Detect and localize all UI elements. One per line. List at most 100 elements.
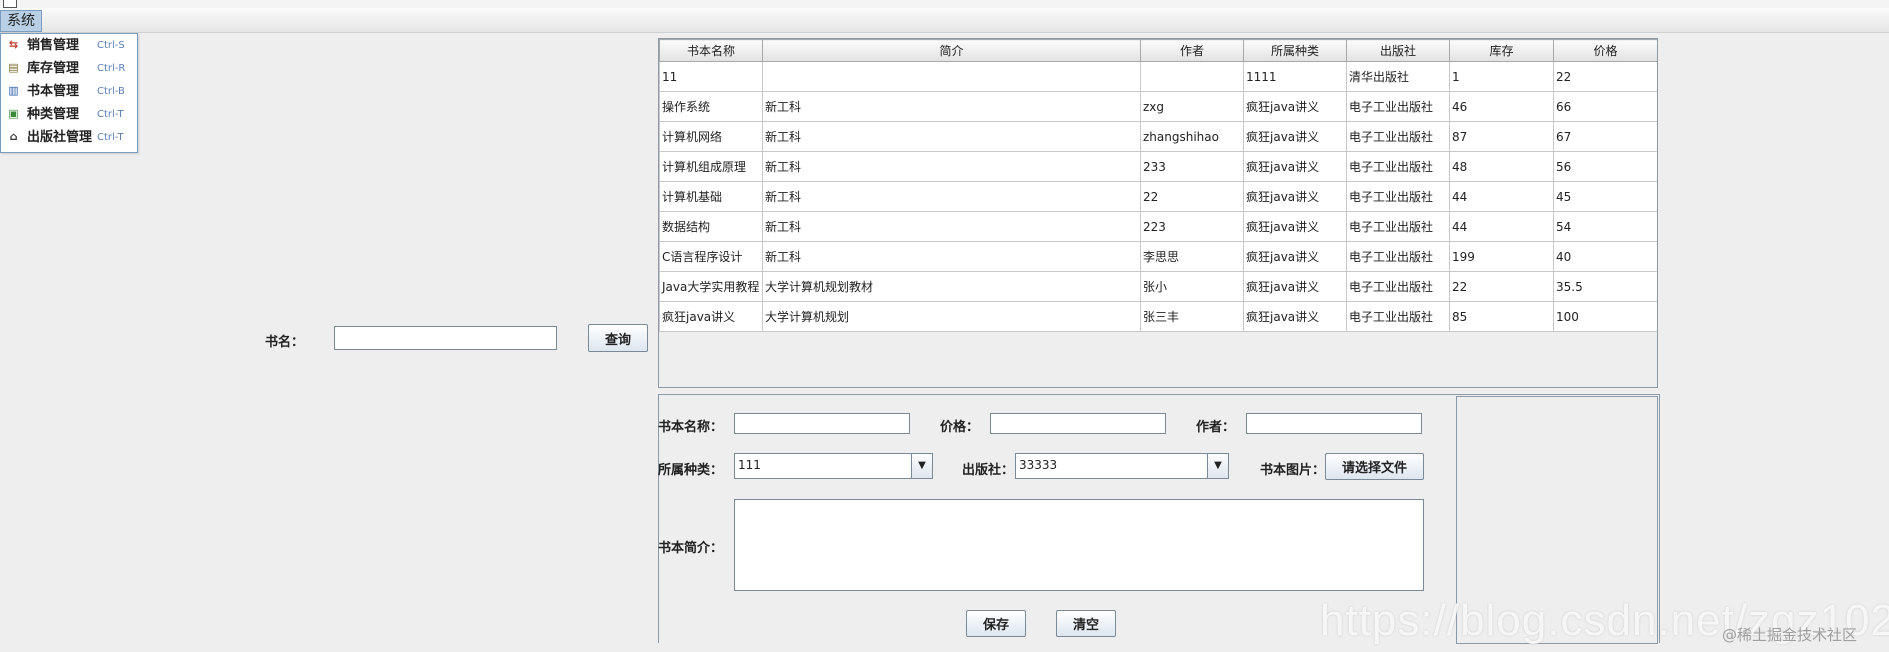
choose-file-button[interactable]: 请选择文件 (1325, 453, 1424, 480)
search-button[interactable]: 查询 (588, 324, 648, 352)
table-cell: 新工科 (762, 241, 1141, 272)
table-cell: 87 (1449, 121, 1554, 152)
table-cell: 66 (1553, 91, 1657, 122)
table-cell: 100 (1553, 301, 1657, 332)
table-cell: zhangshihao (1140, 121, 1244, 152)
table-cell: 疯狂java讲义 (1243, 301, 1347, 332)
table-cell: 疯狂java讲义 (1243, 151, 1347, 182)
column-header-author[interactable]: 作者 (1140, 39, 1244, 62)
search-label: 书名： (265, 335, 305, 350)
save-button[interactable]: 保存 (966, 610, 1026, 637)
menu-item-label: 库存管理 (27, 61, 80, 76)
table-cell: 大学计算机规划教材 (762, 271, 1141, 302)
clear-button[interactable]: 清空 (1056, 610, 1116, 637)
table-cell: 45 (1553, 181, 1657, 212)
menu-item-shortcut: Ctrl-R (97, 63, 126, 74)
menu-bar: 系统 (0, 8, 1889, 33)
publisher-select[interactable]: 33333 ▼ (1015, 453, 1229, 479)
column-header-stock[interactable]: 库存 (1449, 39, 1554, 62)
table-cell (762, 61, 1141, 92)
table-cell: 疯狂java讲义 (1243, 241, 1347, 272)
table-cell: 数据结构 (659, 211, 763, 242)
table-cell: 计算机网络 (659, 121, 763, 152)
book-intro-textarea[interactable] (734, 499, 1424, 591)
table-cell: 疯狂java讲义 (1243, 211, 1347, 242)
table-cell: 1111 (1243, 61, 1347, 92)
category-select[interactable]: 111 ▼ (734, 453, 933, 479)
column-header-intro[interactable]: 简介 (762, 39, 1141, 62)
author-label: 作者： (1196, 420, 1236, 435)
column-header-publisher[interactable]: 出版社 (1346, 39, 1450, 62)
table-cell: 56 (1553, 151, 1657, 182)
table-cell: 新工科 (762, 121, 1141, 152)
menu-item-inventory[interactable]: ▤ 库存管理 Ctrl-R (1, 57, 137, 80)
table-cell: 新工科 (762, 91, 1141, 122)
table-cell: 电子工业出版社 (1346, 301, 1450, 332)
table-cell: 张小 (1140, 271, 1244, 302)
table-row[interactable]: 操作系统 新工科 zxg 疯狂java讲义 电子工业出版社 46 66 (659, 91, 1657, 122)
table-cell: 电子工业出版社 (1346, 271, 1450, 302)
table-cell: 李思思 (1140, 241, 1244, 272)
table-cell (1140, 61, 1244, 92)
menu-item-category[interactable]: ▣ 种类管理 Ctrl-T (1, 103, 137, 126)
author-input[interactable] (1246, 413, 1422, 434)
table-cell: 电子工业出版社 (1346, 211, 1450, 242)
table-row[interactable]: 数据结构 新工科 223 疯狂java讲义 电子工业出版社 44 54 (659, 211, 1657, 242)
table-cell: 40 (1553, 241, 1657, 272)
table-cell: 48 (1449, 151, 1554, 182)
menu-item-label: 种类管理 (27, 107, 80, 122)
price-input[interactable] (990, 413, 1166, 434)
menu-system[interactable]: 系统 (0, 10, 42, 32)
column-header-name[interactable]: 书本名称 (659, 39, 763, 62)
category-label: 所属种类： (658, 463, 724, 478)
table-cell: 22 (1553, 61, 1657, 92)
table-cell: 223 (1140, 211, 1244, 242)
table-cell: 22 (1449, 271, 1554, 302)
system-menu-dropdown: ⇆ 销售管理 Ctrl-S ▤ 库存管理 Ctrl-R ▥ 书本管理 Ctrl-… (0, 33, 138, 153)
table-cell: 44 (1449, 181, 1554, 212)
menu-item-shortcut: Ctrl-T (97, 132, 124, 143)
table-cell: Java大学实用教程 (659, 271, 763, 302)
table-row[interactable]: 计算机网络 新工科 zhangshihao 疯狂java讲义 电子工业出版社 87 67 (659, 121, 1657, 152)
table-cell: zxg (1140, 91, 1244, 122)
menu-item-label: 书本管理 (27, 84, 80, 99)
menu-item-label: 出版社管理 (27, 130, 93, 145)
table-cell: 电子工业出版社 (1346, 181, 1450, 212)
table-cell: 233 (1140, 151, 1244, 182)
table-cell: 54 (1553, 211, 1657, 242)
table-cell: 85 (1449, 301, 1554, 332)
menu-item-label: 销售管理 (27, 38, 80, 53)
menu-item-publisher[interactable]: ⌂ 出版社管理 Ctrl-T (1, 126, 137, 149)
table-row[interactable]: 计算机组成原理 新工科 233 疯狂java讲义 电子工业出版社 48 56 (659, 151, 1657, 182)
table-cell: 电子工业出版社 (1346, 91, 1450, 122)
column-header-category[interactable]: 所属种类 (1243, 39, 1347, 62)
table-row[interactable]: C语言程序设计 新工科 李思思 疯狂java讲义 电子工业出版社 199 40 (659, 241, 1657, 272)
table-cell: 11 (659, 61, 763, 92)
menu-item-books[interactable]: ▥ 书本管理 Ctrl-B (1, 80, 137, 103)
table-row[interactable]: 11 1111 清华出版社 1 22 (659, 61, 1657, 92)
book-name-label: 书本名称： (658, 420, 724, 435)
table-cell: 67 (1553, 121, 1657, 152)
publisher-selected-value: 33333 (1019, 458, 1058, 472)
chevron-down-icon[interactable]: ▼ (911, 454, 932, 478)
app-icon (3, 0, 17, 8)
category-icon: ▣ (8, 107, 19, 120)
book-intro-label: 书本简介： (658, 541, 724, 556)
table-cell: 电子工业出版社 (1346, 151, 1450, 182)
menu-item-shortcut: Ctrl-S (97, 40, 125, 51)
search-input[interactable] (334, 326, 557, 350)
table-cell: 35.5 (1553, 271, 1657, 302)
column-header-price[interactable]: 价格 (1553, 39, 1657, 62)
table-cell: 疯狂java讲义 (659, 301, 763, 332)
chevron-down-icon[interactable]: ▼ (1207, 454, 1228, 478)
table-row[interactable]: 计算机基础 新工科 22 疯狂java讲义 电子工业出版社 44 45 (659, 181, 1657, 212)
table-cell: 新工科 (762, 181, 1141, 212)
table-cell: 44 (1449, 211, 1554, 242)
menu-item-shortcut: Ctrl-B (97, 86, 125, 97)
table-row[interactable]: 疯狂java讲义 大学计算机规划 张三丰 疯狂java讲义 电子工业出版社 85 100 (659, 301, 1657, 332)
table-row[interactable]: Java大学实用教程 大学计算机规划教材 张小 疯狂java讲义 电子工业出版社 22 35… (659, 271, 1657, 302)
table-cell: 新工科 (762, 151, 1141, 182)
book-image-label: 书本图片： (1260, 463, 1326, 478)
menu-item-sales[interactable]: ⇆ 销售管理 Ctrl-S (1, 34, 137, 57)
book-name-input[interactable] (734, 413, 910, 434)
